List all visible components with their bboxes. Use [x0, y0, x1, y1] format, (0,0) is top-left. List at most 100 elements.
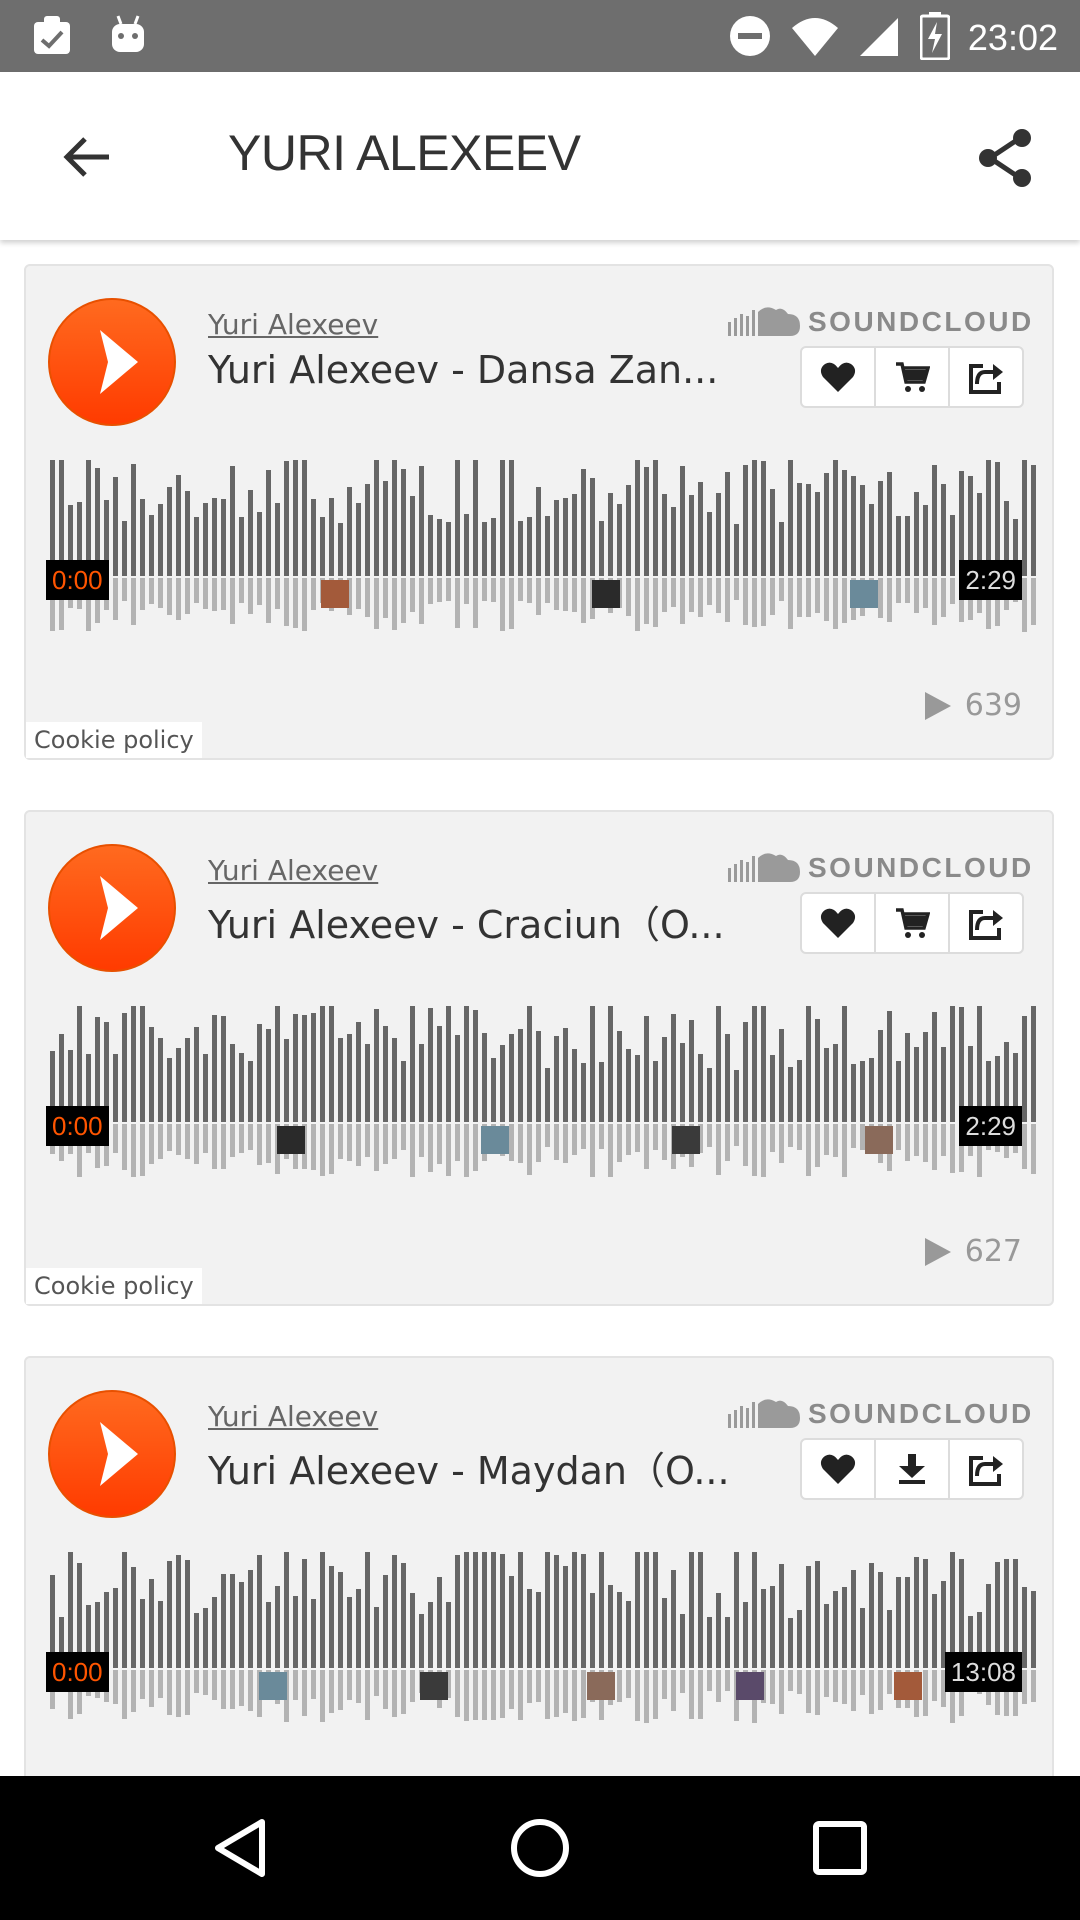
waveform-bar	[932, 1594, 937, 1668]
back-button[interactable]	[52, 122, 122, 192]
waveform[interactable]	[46, 1552, 1046, 1752]
waveform-reflection-bar	[176, 1124, 181, 1155]
artist-link[interactable]: Yuri Alexeev	[208, 1400, 378, 1433]
artist-link[interactable]: Yuri Alexeev	[208, 308, 378, 341]
soundcloud-logo[interactable]: SOUNDCLOUD	[728, 850, 1050, 886]
waveform-reflection-bar	[113, 1670, 118, 1704]
waveform-bar	[401, 1563, 406, 1668]
waveform-reflection-bar	[635, 1124, 640, 1152]
waveform-bar	[275, 1586, 280, 1668]
nav-back-button[interactable]	[200, 1808, 280, 1888]
waveform-bar	[617, 1592, 622, 1668]
waveform-reflection-bar	[779, 578, 784, 601]
like-button[interactable]	[802, 348, 876, 406]
soundcloud-logo[interactable]: SOUNDCLOUD	[728, 1396, 1050, 1432]
waveform[interactable]	[46, 1006, 1046, 1206]
track-duration: 2:29	[959, 1106, 1022, 1146]
buy-button[interactable]	[876, 894, 950, 952]
comment-avatar[interactable]	[736, 1672, 764, 1700]
track-title[interactable]: Yuri Alexeev - Craciun（O...	[208, 894, 728, 949]
waveform-bar	[437, 1577, 442, 1668]
waveform-bar	[482, 1033, 487, 1122]
comment-avatar[interactable]	[277, 1126, 305, 1154]
waveform-reflection-bar	[527, 1124, 532, 1175]
waveform-bar	[149, 515, 154, 576]
waveform-bar	[779, 522, 784, 576]
track-list[interactable]: Yuri Alexeev Yuri Alexeev - Dansa Zan...…	[0, 240, 1080, 1776]
share-button[interactable]	[968, 120, 1044, 196]
waveform-bar	[527, 517, 532, 576]
waveform-reflection-bar	[500, 578, 505, 631]
comment-avatar[interactable]	[592, 580, 620, 608]
waveform[interactable]	[46, 460, 1046, 660]
waveform-bar	[545, 516, 550, 576]
buy-button[interactable]	[876, 348, 950, 406]
comment-avatar[interactable]	[894, 1672, 922, 1700]
download-button[interactable]	[876, 1440, 950, 1498]
comment-avatar[interactable]	[865, 1126, 893, 1154]
waveform-reflection-bar	[473, 1670, 478, 1720]
waveform-bar	[905, 1033, 910, 1122]
cookie-policy-link[interactable]: Cookie policy	[26, 1268, 202, 1304]
waveform-reflection-bar	[851, 1670, 856, 1711]
waveform-bar	[914, 1047, 919, 1122]
waveform-bar	[410, 1006, 415, 1122]
comment-avatar[interactable]	[259, 1672, 287, 1700]
comment-avatar[interactable]	[587, 1672, 615, 1700]
like-button[interactable]	[802, 894, 876, 952]
waveform-bar	[284, 461, 289, 576]
cart-icon	[896, 908, 930, 938]
waveform-reflection-bar	[788, 578, 793, 629]
waveform-reflection-bar	[212, 1124, 217, 1169]
waveform-reflection-bar	[833, 578, 838, 629]
waveform-reflection-bar	[743, 1124, 748, 1166]
soundcloud-player-card: Yuri Alexeev Yuri Alexeev - Dansa Zan...…	[24, 264, 1054, 760]
waveform-reflection-bar	[815, 578, 820, 613]
waveform-bar	[986, 460, 991, 576]
like-button[interactable]	[802, 1440, 876, 1498]
track-title[interactable]: Yuri Alexeev - Dansa Zan...	[208, 348, 728, 392]
waveform-reflection-bar	[230, 1124, 235, 1157]
waveform-reflection-bar	[509, 1124, 514, 1161]
heart-icon	[820, 1454, 856, 1484]
waveform-reflection-bar	[563, 578, 568, 611]
comment-avatar[interactable]	[850, 580, 878, 608]
waveform-bar	[572, 1552, 577, 1668]
comment-avatar[interactable]	[481, 1126, 509, 1154]
waveform-bar	[1022, 1587, 1027, 1668]
waveform-bar	[194, 1613, 199, 1668]
waveform-bar	[608, 1006, 613, 1122]
soundcloud-wordmark: SOUNDCLOUD	[808, 1398, 1034, 1429]
share-track-button[interactable]	[950, 348, 1022, 406]
waveform-reflection-bar	[635, 1670, 640, 1721]
artist-link[interactable]: Yuri Alexeev	[208, 854, 378, 887]
comment-avatar[interactable]	[672, 1126, 700, 1154]
play-button[interactable]	[48, 1390, 176, 1518]
play-button[interactable]	[48, 298, 176, 426]
waveform-reflection-bar	[428, 1124, 433, 1172]
waveform-bar	[617, 504, 622, 576]
comment-avatar[interactable]	[420, 1672, 448, 1700]
waveform-bar	[725, 472, 730, 576]
waveform-bar	[185, 491, 190, 576]
share-track-button[interactable]	[950, 894, 1022, 952]
waveform-reflection-bar	[167, 578, 172, 615]
track-title[interactable]: Yuri Alexeev - Maydan（O...	[208, 1440, 728, 1495]
soundcloud-logo[interactable]: SOUNDCLOUD	[728, 304, 1050, 340]
waveform-reflection-bar	[626, 1124, 631, 1155]
waveform-reflection-bar	[230, 1670, 235, 1709]
nav-recents-button[interactable]	[800, 1808, 880, 1888]
share-track-button[interactable]	[950, 1440, 1022, 1498]
waveform-bar	[563, 1028, 568, 1122]
nav-home-button[interactable]	[500, 1808, 580, 1888]
waveform-bar	[230, 466, 235, 576]
waveform-reflection-bar	[941, 1124, 946, 1156]
waveform-reflection-bar	[410, 1670, 415, 1702]
comment-avatar[interactable]	[321, 580, 349, 608]
cookie-policy-link[interactable]: Cookie policy	[26, 722, 202, 758]
waveform-bar	[338, 523, 343, 576]
waveform-bar	[167, 1561, 172, 1668]
waveform-bar	[680, 1614, 685, 1668]
waveform-bar	[923, 1559, 928, 1668]
play-button[interactable]	[48, 844, 176, 972]
